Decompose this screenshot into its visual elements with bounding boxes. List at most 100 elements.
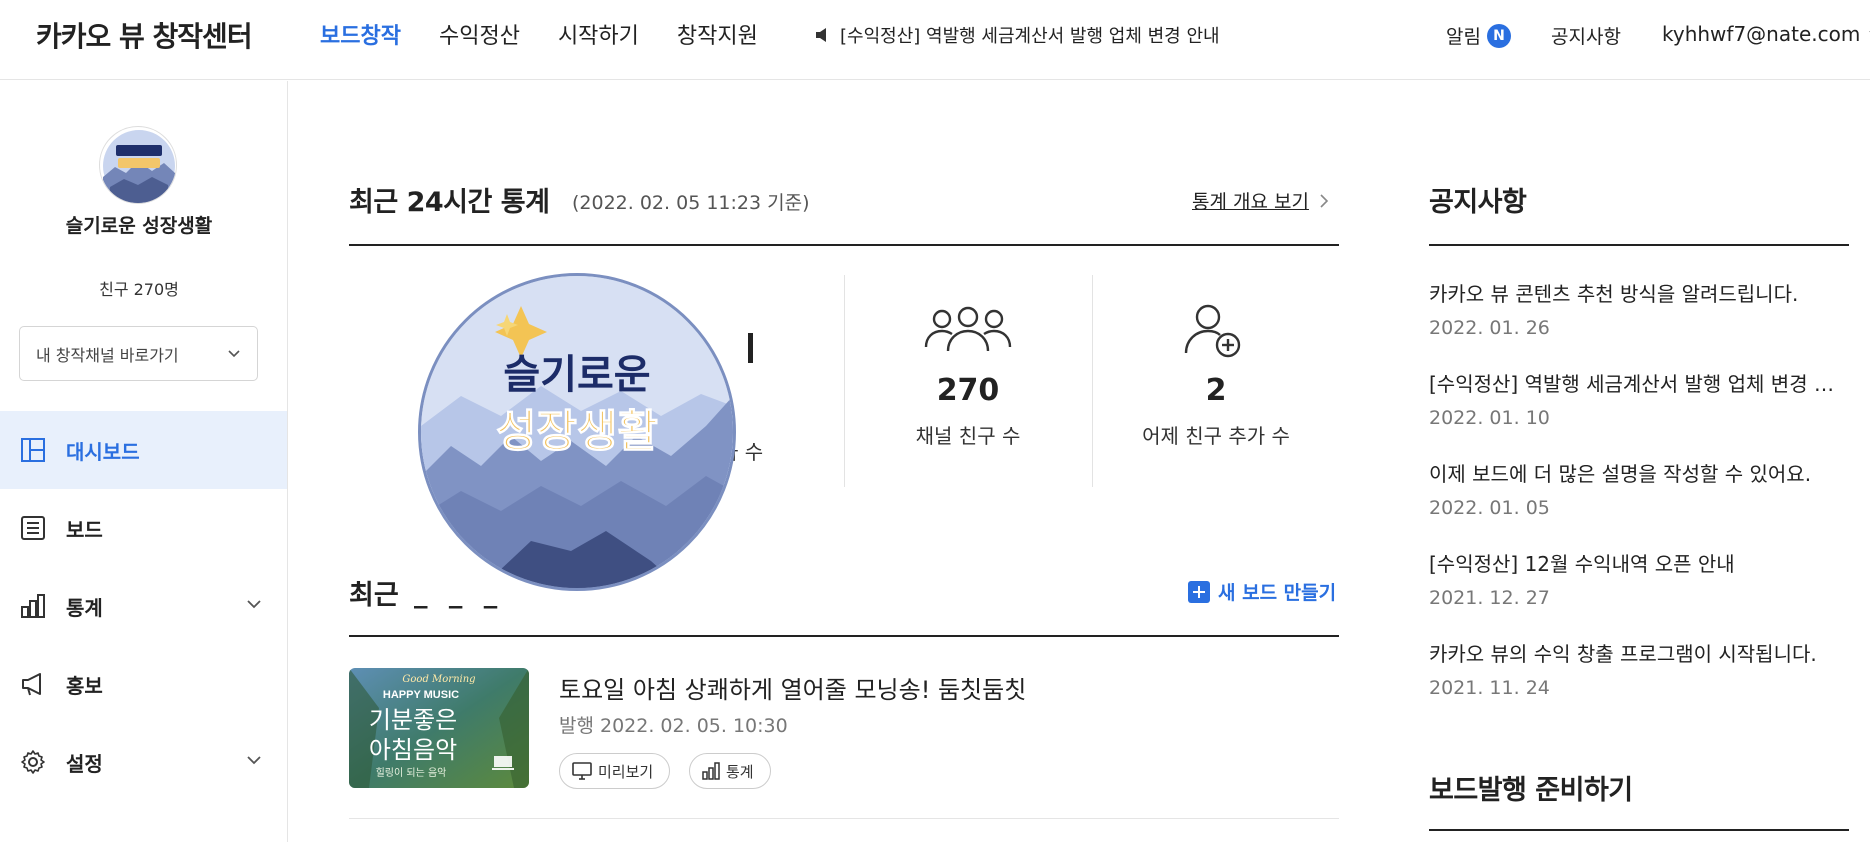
notice-text: 카카오 뷰의 수익 창출 프로그램이 시작됩니다. <box>1429 642 1817 666</box>
sidebar-item-promotion[interactable]: 홍보 <box>0 645 287 723</box>
channel-name: 슬기로운 성장생활 <box>65 215 213 237</box>
recent-divider <box>349 635 1339 637</box>
stats-overview-link[interactable]: 통계 개요 보기 <box>1192 187 1329 214</box>
sidebar-item-settings[interactable]: 설정 <box>0 723 287 801</box>
sidebar-item-label: 보드 <box>66 517 103 542</box>
notice-ticker[interactable]: [수익정산] 역발행 세금계산서 발행 업체 변경 안내 <box>814 22 1220 48</box>
stats-title: 최근 24시간 통계 <box>349 187 550 218</box>
chevron-down-icon <box>247 600 261 609</box>
stat-new-friends: 2 어제 친구 추가 수 <box>1093 275 1339 487</box>
account-email: kyhhwf7@nate.com <box>1662 22 1861 46</box>
prepare-section-title: 보드발행 준비하기 <box>1429 775 1633 806</box>
board-title[interactable]: 토요일 아침 상쾌하게 열어줄 모닝송! 둠칫둠칫 <box>559 670 1026 705</box>
sidebar-item-stats[interactable]: 통계 <box>0 567 287 645</box>
channel-select-label: 내 창작채널 바로가기 <box>36 345 179 365</box>
thumb-small-text: Good Morning <box>402 674 475 685</box>
notice-list: 카카오 뷰 콘텐츠 추천 방식을 알려드립니다. 2022. 01. 26 [수… <box>1429 278 1849 728</box>
notice-item[interactable]: [수익정산] 역발행 세금계산서 발행 업체 변경 … 2022. 01. 10 <box>1429 368 1849 458</box>
notice-date: 2022. 01. 10 <box>1429 407 1550 429</box>
thumb-line2: 아침음악 <box>369 736 457 764</box>
list-icon <box>21 516 45 540</box>
notice-date: 2021. 11. 24 <box>1429 677 1550 699</box>
chevron-down-icon <box>228 349 240 357</box>
channel-logo-icon <box>103 130 175 203</box>
speaker-icon <box>816 28 826 42</box>
megaphone-icon <box>22 673 41 696</box>
nav-revenue[interactable]: 수익정산 <box>439 18 520 50</box>
notice-item[interactable]: 카카오 뷰의 수익 창출 프로그램이 시작됩니다. 2021. 11. 24 <box>1429 638 1849 728</box>
notice-text: 이제 보드에 더 많은 설명을 작성할 수 있어요. <box>1429 462 1812 486</box>
sidebar-item-label: 홍보 <box>66 673 103 698</box>
preview-button[interactable]: 미리보기 <box>559 753 671 789</box>
thumb-music-text: HAPPY MUSIC <box>383 689 459 701</box>
sidebar-item-dashboard[interactable]: 대시보드 <box>0 411 287 489</box>
sidebar-item-board[interactable]: 보드 <box>0 489 287 567</box>
notice-item[interactable]: 카카오 뷰 콘텐츠 추천 방식을 알려드립니다. 2022. 01. 26 <box>1429 278 1849 368</box>
stats-timestamp: (2022. 02. 05 11:23 기준) <box>572 192 810 214</box>
thumb-caption: 힐링이 되는 음악 <box>376 766 447 779</box>
new-badge: N <box>1486 23 1511 48</box>
notice-item[interactable]: [수익정산] 12월 수익내역 오픈 안내 2021. 12. 27 <box>1429 548 1849 638</box>
notice-date: 2022. 01. 05 <box>1429 497 1550 519</box>
channel-logo-overlay: 슬기로운 성장생활 <box>418 273 736 591</box>
site-logo[interactable]: 카카오 뷰 창작센터 <box>36 15 253 55</box>
notice-text: 카카오 뷰 콘텐츠 추천 방식을 알려드립니다. <box>1429 282 1799 306</box>
gear-icon <box>21 750 45 774</box>
notice-text: [수익정산] 역발행 세금계산서 발행 업체 변경 … <box>1429 372 1834 396</box>
channel-avatar <box>99 126 177 204</box>
top-bar: 카카오 뷰 창작센터 보드창작 수익정산 시작하기 창작지원 [수익정산] 역발… <box>0 0 1870 80</box>
stat-label: 채널 친구 수 <box>915 424 1021 448</box>
board-date: 발행 2022. 02. 05. 10:30 <box>559 715 788 737</box>
partial-stat-icon <box>748 333 753 363</box>
new-board-button[interactable]: 새 보드 만들기 <box>1188 578 1336 605</box>
overlay-line2: 성장생활 <box>496 406 658 457</box>
account-menu[interactable]: kyhhwf7@nate.com <box>1662 22 1870 46</box>
bar-chart-icon <box>702 762 720 780</box>
nav-creator-support[interactable]: 창작지원 <box>677 18 758 50</box>
add-friend-icon <box>1184 304 1241 358</box>
board-stats-label: 통계 <box>726 762 754 781</box>
nav-getting-started[interactable]: 시작하기 <box>558 18 639 50</box>
ticker-text: [수익정산] 역발행 세금계산서 발행 업체 변경 안내 <box>840 26 1220 47</box>
bar-chart-icon <box>21 594 45 618</box>
notice-item[interactable]: 이제 보드에 더 많은 설명을 작성할 수 있어요. 2022. 01. 05 <box>1429 458 1849 548</box>
notice-date: 2021. 12. 27 <box>1429 587 1550 609</box>
notice-date: 2022. 01. 26 <box>1429 317 1550 339</box>
friends-group-icon <box>924 306 1012 352</box>
dashboard-icon <box>21 438 45 462</box>
notice-divider <box>1429 244 1849 246</box>
chevron-right-icon <box>1320 193 1329 208</box>
preview-label: 미리보기 <box>598 762 654 781</box>
friend-count: 친구 270명 <box>99 280 179 299</box>
sidebar: 슬기로운 성장생활 친구 270명 내 창작채널 바로가기 대시보드 보드 통계… <box>0 81 288 842</box>
thumb-line1: 기분좋은 <box>369 706 457 734</box>
top-notice-link[interactable]: 공지사항 <box>1551 22 1621 49</box>
nav-board-create[interactable]: 보드창작 <box>320 18 401 50</box>
recent-title: 최근 <box>349 580 399 611</box>
chevron-down-icon <box>247 756 261 765</box>
channel-select[interactable]: 내 창작채널 바로가기 <box>19 326 258 381</box>
overlay-line1: 슬기로운 <box>503 352 650 398</box>
monitor-icon <box>572 762 592 780</box>
channel-logo-image: 슬기로운 성장생활 <box>421 276 733 588</box>
global-nav: 보드창작 수익정산 시작하기 창작지원 <box>320 18 758 50</box>
stat-value: 270 <box>936 373 1000 408</box>
sidebar-menu: 대시보드 보드 통계 홍보 설정 <box>0 411 287 801</box>
recent-title-placeholder: _ _ _ <box>414 578 504 609</box>
sidebar-item-label: 통계 <box>66 595 103 620</box>
alarm-label: 알림 <box>1446 26 1481 48</box>
board-thumbnail-image: Good Morning HAPPY MUSIC 기분좋은 아침음악 힐링이 되… <box>349 668 529 788</box>
board-stats-button[interactable]: 통계 <box>689 753 771 789</box>
new-board-label: 새 보드 만들기 <box>1218 582 1337 604</box>
stat-value: 2 <box>1205 373 1227 408</box>
stat-channel-friends: 270 채널 친구 수 <box>845 275 1091 487</box>
plus-icon <box>1188 580 1210 603</box>
board-thumbnail[interactable]: Good Morning HAPPY MUSIC 기분좋은 아침음악 힐링이 되… <box>349 668 529 788</box>
board-row-divider <box>349 818 1339 819</box>
prepare-divider <box>1429 829 1849 831</box>
stat-label: 어제 친구 추가 수 <box>1142 424 1290 448</box>
alarm-button[interactable]: 알림 N <box>1446 22 1511 49</box>
stats-divider <box>349 244 1339 246</box>
notice-section-title: 공지사항 <box>1429 187 1527 218</box>
sidebar-item-label: 대시보드 <box>66 439 140 464</box>
